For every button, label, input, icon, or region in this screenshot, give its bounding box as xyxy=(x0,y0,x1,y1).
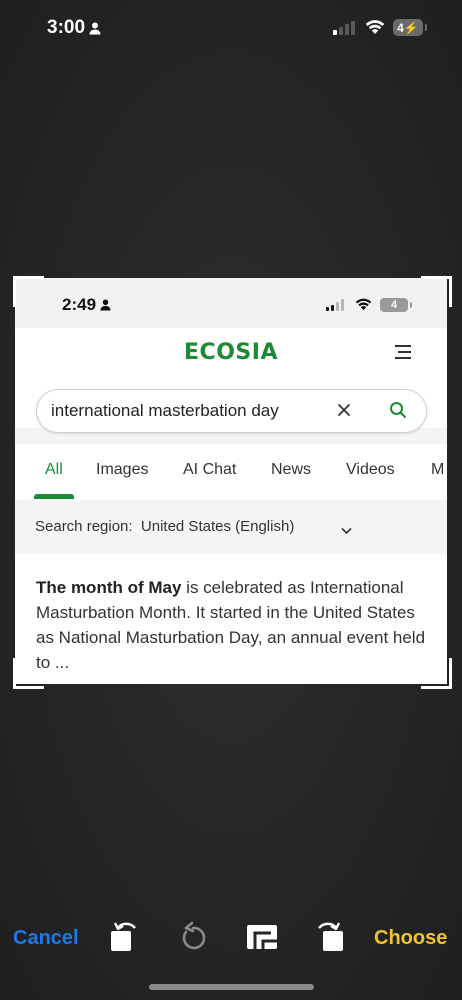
rotate-left-icon[interactable] xyxy=(108,919,140,958)
cancel-button[interactable]: Cancel xyxy=(13,927,79,950)
search-result-snippet[interactable]: The month of May is celebrated as Intern… xyxy=(15,554,447,684)
screenshot-time-text: 2:49 xyxy=(62,295,97,314)
aspect-ratio-icon[interactable] xyxy=(245,919,279,958)
search-region-selector[interactable]: Search region: United States (English) xyxy=(15,500,447,554)
status-time: 3:00 xyxy=(47,17,101,39)
search-area: international masterbation day xyxy=(15,378,447,433)
status-time-text: 3:00 xyxy=(47,17,86,38)
battery-level: 4 xyxy=(397,20,404,35)
battery-level: 4 xyxy=(390,299,398,311)
person-icon xyxy=(100,299,111,311)
crop-toolbar: Cancel Choose xyxy=(0,910,462,966)
crop-handle-bottom-left[interactable] xyxy=(13,658,44,689)
screenshot-status-time: 2:49 xyxy=(62,295,111,315)
choose-button[interactable]: Choose xyxy=(374,927,447,950)
close-icon[interactable] xyxy=(337,403,351,422)
reset-rotation-icon[interactable] xyxy=(178,919,208,958)
home-indicator[interactable] xyxy=(149,984,314,990)
search-input[interactable]: international masterbation day xyxy=(36,389,427,433)
search-tabs: All Images AI Chat News Videos M xyxy=(15,444,447,501)
tab-more[interactable]: M xyxy=(431,461,444,479)
active-tab-indicator xyxy=(34,494,74,499)
result-bold-text: The month of May xyxy=(36,578,182,597)
cropped-screenshot[interactable]: 2:49 4 ECOSIA international masterbation… xyxy=(15,278,447,684)
crop-handle-top-left[interactable] xyxy=(13,276,44,307)
cellular-signal-icon xyxy=(333,20,355,35)
crop-handle-bottom-right[interactable] xyxy=(421,658,452,689)
wifi-icon xyxy=(354,296,373,316)
tab-images[interactable]: Images xyxy=(96,461,148,479)
search-icon[interactable] xyxy=(389,401,407,424)
tab-all[interactable]: All xyxy=(45,461,63,479)
chevron-down-icon xyxy=(341,522,352,540)
battery-icon: 4 xyxy=(380,298,412,312)
screenshot-status-bar: 2:49 4 xyxy=(15,278,447,328)
tab-ai-chat[interactable]: AI Chat xyxy=(183,461,236,479)
hamburger-menu-icon[interactable] xyxy=(395,344,413,365)
battery-icon: 4 ⚡ xyxy=(393,19,427,36)
cellular-signal-icon xyxy=(326,299,344,311)
region-label: Search region: xyxy=(35,518,133,535)
ecosia-header: ECOSIA xyxy=(15,328,447,378)
crop-handle-top-right[interactable] xyxy=(421,276,452,307)
rotate-right-icon[interactable] xyxy=(314,919,346,958)
tab-news[interactable]: News xyxy=(271,461,311,479)
tab-videos[interactable]: Videos xyxy=(346,461,395,479)
result-text: The month of May is celebrated as Intern… xyxy=(36,575,428,675)
wifi-icon xyxy=(364,17,386,40)
ecosia-logo: ECOSIA xyxy=(184,340,278,365)
status-bar: 3:00 4 ⚡ xyxy=(0,0,462,56)
search-query: international masterbation day xyxy=(51,401,279,420)
region-text: Search region: United States (English) xyxy=(35,518,294,535)
person-icon xyxy=(89,22,101,35)
photo-crop-screen: 3:00 4 ⚡ 2:49 4 ECOSIA international mas… xyxy=(0,0,462,1000)
region-value: United States (English) xyxy=(140,518,295,535)
